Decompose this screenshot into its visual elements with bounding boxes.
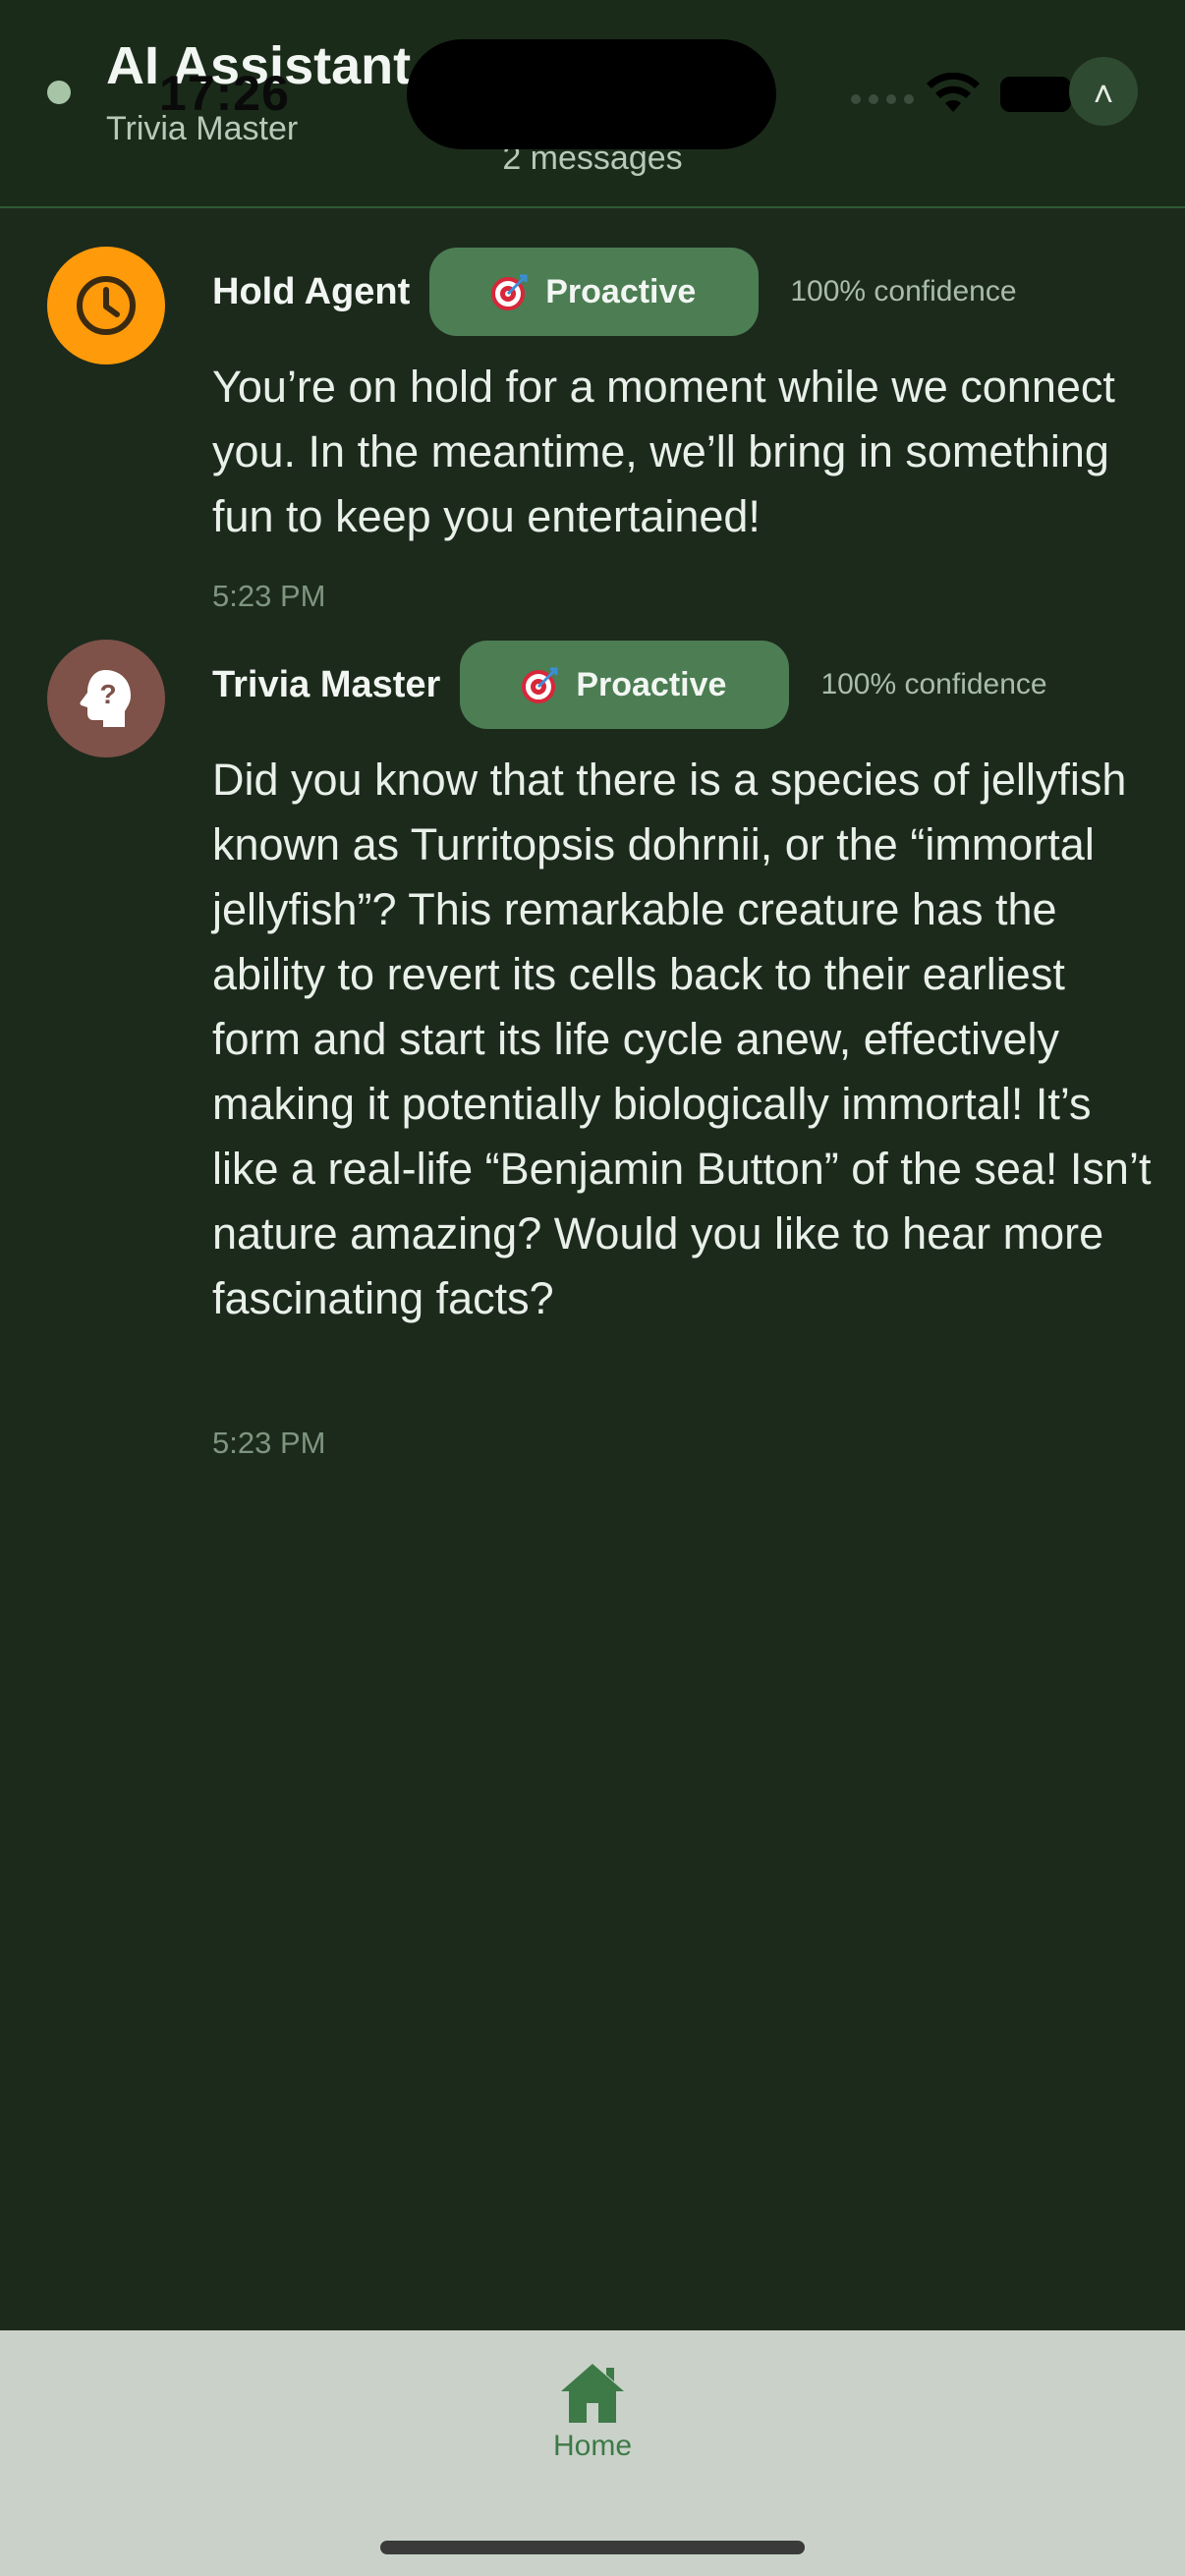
tab-bar: Home bbox=[0, 2330, 1185, 2576]
cellular-signal-icon bbox=[851, 94, 914, 104]
home-icon bbox=[561, 2364, 624, 2423]
tab-home[interactable]: Home bbox=[494, 2360, 691, 2488]
svg-text:?: ? bbox=[99, 679, 116, 709]
confidence-label: 100% confidence bbox=[820, 668, 1047, 700]
message-timestamp: 5:23 PM bbox=[212, 579, 326, 613]
message-header: Hold Agent Proactive 100% confidence bbox=[212, 248, 1017, 336]
tab-home-label: Home bbox=[552, 2430, 633, 2462]
wifi-icon bbox=[927, 73, 980, 112]
chat-screen: AI Assistant C Trivia Master 2 messages … bbox=[0, 0, 1185, 2576]
battery-icon bbox=[1000, 77, 1071, 112]
dart-target-icon bbox=[522, 667, 558, 703]
message-header: Trivia Master Proactive 100% confidence bbox=[212, 641, 1047, 729]
clock-icon bbox=[77, 276, 136, 335]
proactive-badge: Proactive bbox=[429, 248, 760, 336]
proactive-badge: Proactive bbox=[460, 641, 790, 729]
sender-name: Trivia Master bbox=[212, 663, 441, 705]
dynamic-island bbox=[407, 39, 776, 149]
message-text: Did you know that there is a species of … bbox=[212, 755, 1152, 1323]
presence-indicator bbox=[47, 81, 71, 104]
dart-target-icon bbox=[491, 274, 528, 310]
status-time: 17:26 bbox=[159, 66, 290, 121]
head-question-icon: ? bbox=[80, 670, 131, 727]
badge-label: Proactive bbox=[545, 272, 697, 310]
trivia-master-avatar: ? bbox=[47, 640, 165, 757]
message-text: You’re on hold for a moment while we con… bbox=[212, 362, 1115, 541]
badge-label: Proactive bbox=[576, 665, 727, 703]
sender-name: Hold Agent bbox=[212, 270, 411, 312]
chat-header: AI Assistant C Trivia Master 2 messages … bbox=[0, 0, 1185, 208]
message-timestamp: 5:23 PM bbox=[212, 1426, 326, 1460]
confidence-label: 100% confidence bbox=[790, 275, 1017, 308]
chevron-up-icon: ˄ bbox=[1093, 74, 1114, 114]
collapse-button[interactable]: ˄ bbox=[1069, 57, 1138, 126]
home-indicator[interactable] bbox=[380, 2541, 805, 2554]
hold-agent-avatar bbox=[47, 247, 165, 364]
